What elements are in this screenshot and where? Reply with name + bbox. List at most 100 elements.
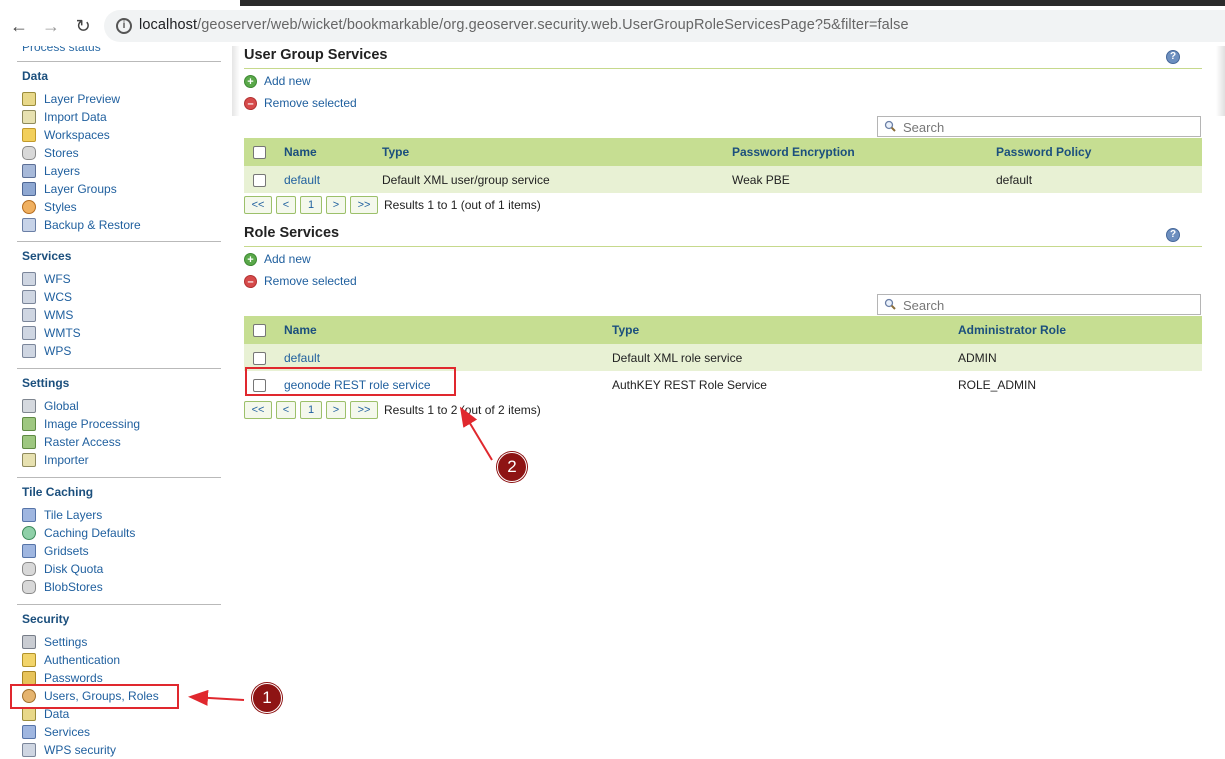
sidebar-section-security: Security Settings Authentication Passwor… bbox=[17, 604, 221, 759]
column-header-password-encryption[interactable]: Password Encryption bbox=[732, 138, 996, 166]
sidebar-item-styles[interactable]: Styles bbox=[17, 198, 221, 216]
sidebar-item-security-settings[interactable]: Settings bbox=[17, 633, 221, 651]
search-input[interactable]: Search bbox=[877, 116, 1201, 137]
palette-icon bbox=[22, 200, 36, 214]
pager-last-button[interactable]: >> bbox=[350, 401, 378, 419]
sidebar-item-process-status[interactable]: Process status bbox=[22, 46, 101, 54]
sidebar-item-wps-security[interactable]: WPS security bbox=[17, 741, 221, 759]
sidebar-item-blobstores[interactable]: BlobStores bbox=[17, 578, 221, 596]
password-encryption: Weak PBE bbox=[732, 166, 996, 193]
url-text[interactable]: localhost/geoserver/web/wicket/bookmarka… bbox=[139, 17, 909, 33]
pager-last-button[interactable]: >> bbox=[350, 196, 378, 214]
forward-arrow-icon[interactable]: → bbox=[40, 15, 62, 37]
sidebar-item-wmts[interactable]: WMTS bbox=[17, 324, 221, 342]
sidebar-item-caching-defaults[interactable]: Caching Defaults bbox=[17, 524, 221, 542]
import-data-icon bbox=[22, 110, 36, 124]
backup-icon bbox=[22, 218, 36, 232]
service-icon bbox=[22, 308, 36, 322]
pager-next-button[interactable]: > bbox=[326, 196, 346, 214]
row-checkbox[interactable] bbox=[253, 351, 266, 365]
service-type: AuthKEY REST Role Service bbox=[612, 377, 767, 392]
select-all-checkbox[interactable] bbox=[253, 324, 266, 338]
search-icon bbox=[884, 298, 896, 310]
annotation-highlight-users-groups-roles bbox=[10, 684, 179, 709]
back-arrow-icon[interactable]: ← bbox=[8, 15, 30, 37]
pager-results-text: Results 1 to 1 (out of 1 items) bbox=[384, 198, 541, 212]
section-title: User Group Services ? bbox=[244, 47, 1202, 69]
remove-selected-button[interactable]: – Remove selected bbox=[244, 270, 1202, 292]
service-name-link[interactable]: default bbox=[284, 173, 320, 187]
lock-icon bbox=[22, 671, 36, 685]
administrator-role: ROLE_ADMIN bbox=[958, 377, 1037, 392]
address-bar[interactable]: i localhost/geoserver/web/wicket/bookmar… bbox=[104, 10, 1225, 42]
sidebar-item-authentication[interactable]: Authentication bbox=[17, 651, 221, 669]
add-new-button[interactable]: + Add new bbox=[244, 70, 1202, 92]
sidebar-item-stores[interactable]: Stores bbox=[17, 144, 221, 162]
sidebar-item-wcs[interactable]: WCS bbox=[17, 288, 221, 306]
table-header-row: Name Type Password Encryption Password P… bbox=[244, 138, 1202, 166]
sidebar-item-tile-layers[interactable]: Tile Layers bbox=[17, 506, 221, 524]
annotation-highlight-geonode-role-service bbox=[245, 367, 456, 396]
pager-prev-button[interactable]: < bbox=[276, 196, 296, 214]
sidebar-section-title: Settings bbox=[17, 368, 221, 397]
sidebar-section-title: Tile Caching bbox=[17, 477, 221, 506]
column-header-name[interactable]: Name bbox=[284, 316, 612, 344]
sidebar-item-workspaces[interactable]: Workspaces bbox=[17, 126, 221, 144]
remove-selected-button[interactable]: – Remove selected bbox=[244, 92, 1202, 114]
column-header-type[interactable]: Type bbox=[612, 316, 958, 344]
section-title: Role Services ? bbox=[244, 225, 1202, 247]
sidebar-item-import-data[interactable]: Import Data bbox=[17, 108, 221, 126]
service-icon bbox=[22, 272, 36, 286]
annotation-badge-1: 1 bbox=[252, 683, 282, 713]
column-header-type[interactable]: Type bbox=[382, 138, 732, 166]
sidebar-item-raster-access[interactable]: Raster Access bbox=[17, 433, 221, 451]
pager-page-button[interactable]: 1 bbox=[300, 196, 322, 214]
reload-icon[interactable]: ↻ bbox=[72, 15, 94, 37]
add-icon: + bbox=[244, 252, 257, 266]
pager-prev-button[interactable]: < bbox=[276, 401, 296, 419]
role-services-section: Role Services ? + Add new – Remove selecte… bbox=[244, 225, 1202, 292]
pager-page-button[interactable]: 1 bbox=[300, 401, 322, 419]
sidebar-item-image-processing[interactable]: Image Processing bbox=[17, 415, 221, 433]
sidebar-item-backup-restore[interactable]: Backup & Restore bbox=[17, 216, 221, 234]
sidebar-item-gridsets[interactable]: Gridsets bbox=[17, 542, 221, 560]
sidebar-item-disk-quota[interactable]: Disk Quota bbox=[17, 560, 221, 578]
column-header-password-policy[interactable]: Password Policy bbox=[996, 138, 1202, 166]
pager: << < 1 > >> Results 1 to 2 (out of 2 ite… bbox=[244, 401, 541, 419]
sidebar-item-importer[interactable]: Importer bbox=[17, 451, 221, 469]
add-new-button[interactable]: + Add new bbox=[244, 248, 1202, 270]
sidebar-item-layer-groups[interactable]: Layer Groups bbox=[17, 180, 221, 198]
site-info-icon[interactable]: i bbox=[116, 18, 132, 34]
sidebar-item-layers[interactable]: Layers bbox=[17, 162, 221, 180]
layer-groups-icon bbox=[22, 182, 36, 196]
database-icon bbox=[22, 562, 36, 576]
pager-first-button[interactable]: << bbox=[244, 401, 272, 419]
service-name-link[interactable]: default bbox=[284, 351, 320, 365]
layers-icon bbox=[22, 164, 36, 178]
grid-icon bbox=[22, 508, 36, 522]
table-header-row: Name Type Administrator Role bbox=[244, 316, 1202, 344]
select-all-checkbox[interactable] bbox=[253, 146, 266, 160]
column-header-name[interactable]: Name bbox=[284, 138, 382, 166]
remove-icon: – bbox=[244, 274, 257, 288]
sidebar-item-wms[interactable]: WMS bbox=[17, 306, 221, 324]
sidebar-item-wfs[interactable]: WFS bbox=[17, 270, 221, 288]
sidebar-item-global[interactable]: Global bbox=[17, 397, 221, 415]
help-icon[interactable]: ? bbox=[1166, 50, 1180, 64]
sidebar-item-security-services[interactable]: Services bbox=[17, 723, 221, 741]
grid-icon bbox=[22, 544, 36, 558]
search-input[interactable]: Search bbox=[877, 294, 1201, 315]
sidebar-section-services: Services WFS WCS WMS WMTS WPS bbox=[17, 241, 221, 360]
importer-icon bbox=[22, 453, 36, 467]
pager-next-button[interactable]: > bbox=[326, 401, 346, 419]
sidebar-section-title: Services bbox=[17, 241, 221, 270]
sidebar-section-tile-caching: Tile Caching Tile Layers Caching Default… bbox=[17, 477, 221, 596]
sidebar-item-wps[interactable]: WPS bbox=[17, 342, 221, 360]
pager-first-button[interactable]: << bbox=[244, 196, 272, 214]
gear-icon bbox=[22, 344, 36, 358]
sidebar-item-layer-preview[interactable]: Layer Preview bbox=[17, 90, 221, 108]
column-header-administrator-role[interactable]: Administrator Role bbox=[958, 316, 1202, 344]
help-icon[interactable]: ? bbox=[1166, 228, 1180, 242]
row-checkbox[interactable] bbox=[253, 173, 266, 187]
raster-icon bbox=[22, 435, 36, 449]
